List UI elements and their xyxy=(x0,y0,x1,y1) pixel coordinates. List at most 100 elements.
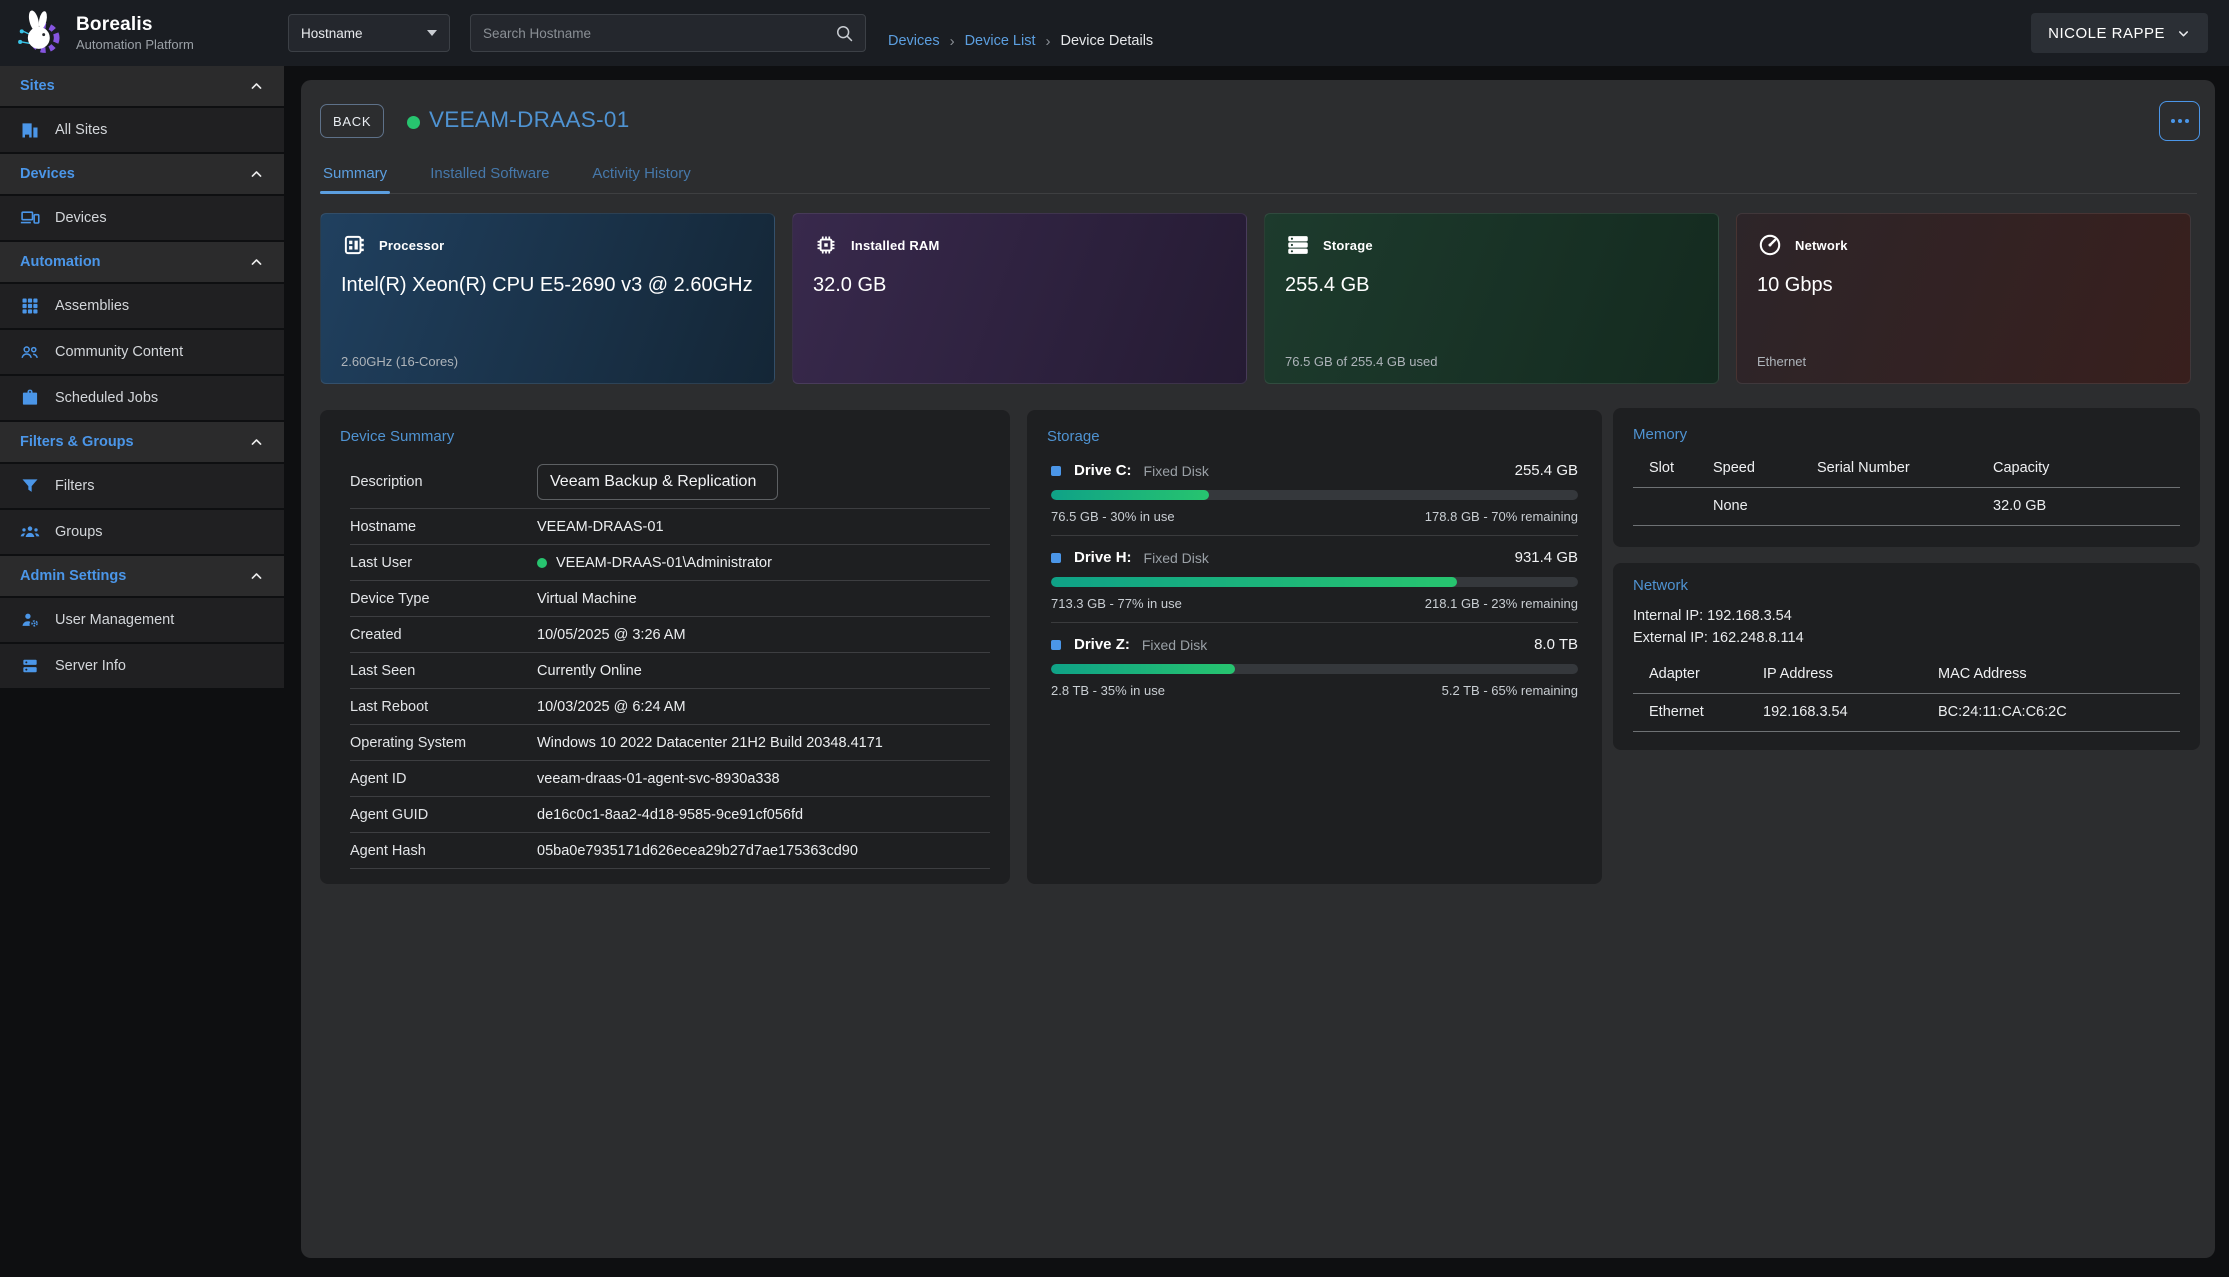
building-icon xyxy=(20,120,40,140)
cpu-icon xyxy=(341,232,367,258)
brand-name: Borealis xyxy=(76,14,194,36)
drive-bullet-icon xyxy=(1051,640,1061,650)
brand-subtitle: Automation Platform xyxy=(76,37,194,52)
sidebar-item-label: Server Info xyxy=(55,658,126,674)
column-header-adapter: Adapter xyxy=(1633,658,1763,694)
summary-row-agent-guid: Agent GUIDde16c0c1-8aa2-4d18-9585-9ce91c… xyxy=(350,797,990,833)
tab-bar: Summary Installed Software Activity Histor… xyxy=(320,156,2197,194)
breadcrumb-device-list[interactable]: Device List xyxy=(965,33,1036,49)
summary-row-last-user: Last UserVEEAM-DRAAS-01\Administrator xyxy=(350,545,990,581)
sidebar-section-filters-groups[interactable]: Filters & Groups xyxy=(0,422,284,462)
user-name: NICOLE RAPPE xyxy=(2048,25,2165,42)
device-summary-panel: Device Summary Description HostnameVEEAM-… xyxy=(320,410,1010,884)
sidebar-item-user-management[interactable]: User Management xyxy=(0,598,284,642)
chevron-up-icon xyxy=(249,79,264,94)
search-field-select[interactable]: Hostname xyxy=(288,14,450,52)
sidebar-item-server-info[interactable]: Server Info xyxy=(0,644,284,688)
tab-installed-software[interactable]: Installed Software xyxy=(427,156,552,193)
sidebar-item-label: All Sites xyxy=(55,122,107,138)
summary-row-label: Description xyxy=(350,474,537,490)
summary-row-label: Agent GUID xyxy=(350,807,537,823)
summary-row-agent-id: Agent IDveeam-draas-01-agent-svc-8930a33… xyxy=(350,761,990,797)
sidebar-item-filters[interactable]: Filters xyxy=(0,464,284,508)
sidebar-section-devices[interactable]: Devices xyxy=(0,154,284,194)
borealis-rabbit-logo-icon xyxy=(12,7,64,59)
more-actions-button[interactable] xyxy=(2159,101,2200,141)
sidebar-item-label: Filters xyxy=(55,478,94,494)
drive-bullet-icon xyxy=(1051,466,1061,476)
summary-row-label: Last User xyxy=(350,555,537,571)
server-icon xyxy=(20,656,40,676)
sidebar-section-label: Filters & Groups xyxy=(20,434,134,450)
summary-row-value: 10/03/2025 @ 6:24 AM xyxy=(537,699,686,715)
sidebar-item-label: Devices xyxy=(55,210,107,226)
stat-card-title: Processor xyxy=(379,238,444,253)
description-input[interactable] xyxy=(537,464,778,500)
back-button[interactable]: BACK xyxy=(320,104,384,138)
drive-usage-fill xyxy=(1051,577,1457,587)
sidebar-item-scheduled-jobs[interactable]: Scheduled Jobs xyxy=(0,376,284,420)
drive-list: Drive C:Fixed Disk255.4 GB76.5 GB - 30% … xyxy=(1027,449,1602,709)
sidebar-item-devices[interactable]: Devices xyxy=(0,196,284,240)
memory-panel-title: Memory xyxy=(1613,408,2200,443)
search-icon[interactable] xyxy=(834,23,854,43)
summary-row-hostname: HostnameVEEAM-DRAAS-01 xyxy=(350,509,990,545)
stat-card-processor: ProcessorIntel(R) Xeon(R) CPU E5-2690 v3… xyxy=(320,213,775,384)
stat-card-title: Installed RAM xyxy=(851,238,940,253)
summary-row-agent-hash: Agent Hash05ba0e7935171d626ecea29b27d7ae… xyxy=(350,833,990,869)
breadcrumb-separator: › xyxy=(1046,33,1051,50)
drive-bullet-icon xyxy=(1051,553,1061,563)
sidebar: Sites All Sites Devices Devices AutomationAs… xyxy=(0,66,284,690)
top-bar: Borealis Automation Platform Hostname De… xyxy=(0,0,2229,66)
drive-kind: Fixed Disk xyxy=(1142,637,1207,653)
drive-remaining-text: 218.1 GB - 23% remaining xyxy=(1425,596,1578,611)
drive-used-text: 76.5 GB - 30% in use xyxy=(1051,509,1175,524)
device-summary-title: Device Summary xyxy=(320,410,1010,445)
summary-row-label: Operating System xyxy=(350,735,537,751)
breadcrumb-devices[interactable]: Devices xyxy=(888,33,940,49)
stat-card-footer: Ethernet xyxy=(1757,354,1806,369)
sidebar-item-community-content[interactable]: Community Content xyxy=(0,330,284,374)
network-adapter-table: AdapterIP AddressMAC AddressEthernet192.… xyxy=(1633,658,2180,732)
disks-icon xyxy=(1285,232,1311,258)
devices-icon xyxy=(20,208,40,228)
table-cell: BC:24:11:CA:C6:2C xyxy=(1938,694,2180,732)
search-box xyxy=(470,14,866,52)
table-row: None32.0 GB xyxy=(1633,488,2180,526)
summary-row-value: de16c0c1-8aa2-4d18-9585-9ce91cf056fd xyxy=(537,807,803,823)
sidebar-section-sites[interactable]: Sites xyxy=(0,66,284,106)
drive-usage-bar xyxy=(1051,577,1578,587)
sidebar-item-label: Scheduled Jobs xyxy=(55,390,158,406)
sidebar-section-label: Devices xyxy=(20,166,75,182)
stat-card-footer: 2.60GHz (16-Cores) xyxy=(341,354,458,369)
stat-cards-row: ProcessorIntel(R) Xeon(R) CPU E5-2690 v3… xyxy=(320,213,2191,384)
grid-icon xyxy=(20,296,40,316)
user-menu-button[interactable]: NICOLE RAPPE xyxy=(2031,13,2208,53)
drive-kind: Fixed Disk xyxy=(1144,463,1209,479)
summary-row-label: Created xyxy=(350,627,537,643)
network-panel-title: Network xyxy=(1613,563,2200,594)
brand-logo[interactable]: Borealis Automation Platform xyxy=(12,4,194,62)
sidebar-item-assemblies[interactable]: Assemblies xyxy=(0,284,284,328)
summary-row-label: Device Type xyxy=(350,591,537,607)
chevron-up-icon xyxy=(249,255,264,270)
sidebar-section-automation[interactable]: Automation xyxy=(0,242,284,282)
tab-summary[interactable]: Summary xyxy=(320,156,390,193)
summary-row-label: Hostname xyxy=(350,519,537,535)
stat-card-footer: 76.5 GB of 255.4 GB used xyxy=(1285,354,1438,369)
stat-card-value: 32.0 GB xyxy=(813,272,1226,299)
sidebar-item-all-sites[interactable]: All Sites xyxy=(0,108,284,152)
caret-down-icon xyxy=(427,30,437,36)
sidebar-section-admin-settings[interactable]: Admin Settings xyxy=(0,556,284,596)
summary-row-value: VEEAM-DRAAS-01 xyxy=(537,519,664,535)
sidebar-item-groups[interactable]: Groups xyxy=(0,510,284,554)
drive-row-drive-c: Drive C:Fixed Disk255.4 GB76.5 GB - 30% … xyxy=(1051,449,1578,536)
drive-row-drive-h: Drive H:Fixed Disk931.4 GB713.3 GB - 77%… xyxy=(1051,536,1578,623)
device-summary-table: DescriptionHostnameVEEAM-DRAAS-01Last Us… xyxy=(350,455,990,869)
search-input[interactable] xyxy=(471,15,834,51)
summary-row-last-reboot: Last Reboot10/03/2025 @ 6:24 AM xyxy=(350,689,990,725)
drive-size: 8.0 TB xyxy=(1534,636,1578,653)
column-header-serial-number: Serial Number xyxy=(1817,452,1993,488)
tab-activity-history[interactable]: Activity History xyxy=(589,156,693,193)
ram-chip-icon xyxy=(813,232,839,258)
